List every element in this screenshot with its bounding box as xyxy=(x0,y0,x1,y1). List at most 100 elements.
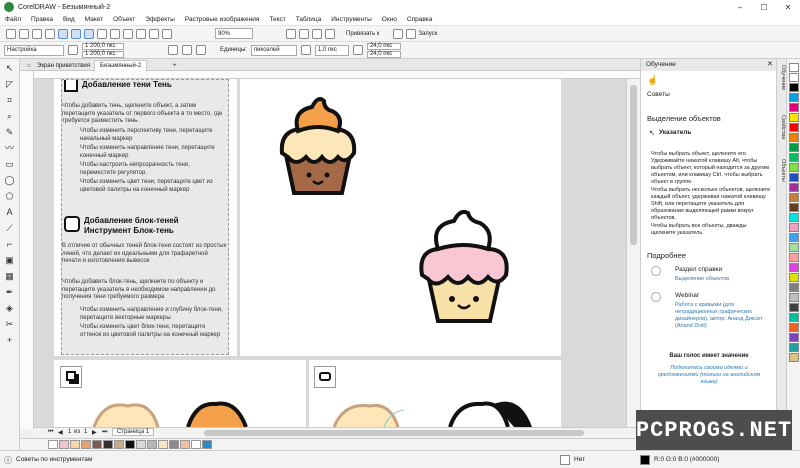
fill-indicator-icon[interactable] xyxy=(560,455,570,465)
side-tab-objects[interactable]: Объекты xyxy=(778,159,786,182)
swatch[interactable] xyxy=(103,440,113,449)
cupcake-orange-illustration[interactable] xyxy=(276,93,360,197)
horizontal-scroll-thumb[interactable] xyxy=(204,430,584,436)
menu-effects[interactable]: Эффекты xyxy=(140,16,180,23)
tab-add-button[interactable]: + xyxy=(168,60,182,71)
paste-icon[interactable] xyxy=(84,28,94,39)
gear-icon[interactable] xyxy=(392,28,403,39)
save-icon[interactable] xyxy=(32,28,42,39)
help-topic-link[interactable]: Выделение объектов xyxy=(675,276,729,282)
hint-icon[interactable]: ☝ xyxy=(647,75,658,86)
shape-tool-icon[interactable]: ◸ xyxy=(4,79,15,90)
swatch[interactable] xyxy=(147,440,157,449)
menu-bitmaps[interactable]: Растровые изображения xyxy=(180,16,265,23)
docker-close-icon[interactable]: ✕ xyxy=(767,60,773,68)
no-color-swatch[interactable] xyxy=(789,63,799,72)
launch-dropdown[interactable]: Запуск xyxy=(419,31,438,37)
text-tool-icon[interactable]: A xyxy=(4,207,15,218)
feedback-link[interactable]: Поделитесь своими идеями и предложениями… xyxy=(655,365,763,386)
swatch[interactable] xyxy=(789,293,799,302)
swatch[interactable] xyxy=(789,223,799,232)
last-page-button[interactable]: ⏭ xyxy=(102,429,107,436)
menu-object[interactable]: Объект xyxy=(108,16,140,23)
polygon-tool-icon[interactable]: ⬠ xyxy=(4,191,15,202)
swatch[interactable] xyxy=(125,440,135,449)
maximize-button[interactable]: ☐ xyxy=(752,0,776,14)
swatch[interactable] xyxy=(789,333,799,342)
vertical-scroll-thumb[interactable] xyxy=(630,85,637,245)
zoom-tool-icon[interactable]: ⌕ xyxy=(4,111,15,122)
swatch[interactable] xyxy=(789,263,799,272)
swatch[interactable] xyxy=(789,353,799,362)
swatch[interactable] xyxy=(789,163,799,172)
export-icon[interactable] xyxy=(149,28,159,39)
menu-view[interactable]: Вид xyxy=(58,16,80,23)
swatch[interactable] xyxy=(789,213,799,222)
swatch[interactable] xyxy=(59,440,69,449)
page-width-input[interactable]: 1 200,0 пкс xyxy=(82,42,124,50)
swatch[interactable] xyxy=(81,440,91,449)
duplicate-y-input[interactable]: 24,0 пкс xyxy=(366,50,401,58)
menu-window[interactable]: Окно xyxy=(377,16,402,23)
portrait-icon[interactable] xyxy=(68,45,78,55)
swatch[interactable] xyxy=(789,273,799,282)
first-page-button[interactable]: ⏮ xyxy=(48,429,53,436)
swatch[interactable] xyxy=(789,233,799,242)
swatch[interactable] xyxy=(158,440,168,449)
side-tab-learning[interactable]: Обучение xyxy=(778,65,786,90)
outline-indicator-icon[interactable] xyxy=(640,455,650,465)
menu-layout[interactable]: Макет xyxy=(80,16,108,23)
webinar-link[interactable]: Работа с кривыми (для нетрадиционных гра… xyxy=(675,302,771,330)
swatch[interactable] xyxy=(789,73,799,82)
new-icon[interactable] xyxy=(6,28,16,39)
swatch[interactable] xyxy=(789,123,799,132)
swatch[interactable] xyxy=(789,133,799,142)
swatch[interactable] xyxy=(789,103,799,112)
horizontal-ruler[interactable] xyxy=(34,71,640,79)
open-icon[interactable] xyxy=(19,28,29,39)
menu-edit[interactable]: Правка xyxy=(26,16,58,23)
rectangle-tool-icon[interactable]: ▭ xyxy=(4,159,15,170)
pick-tool-icon[interactable]: ↖ xyxy=(4,63,15,74)
guides-icon[interactable] xyxy=(325,28,335,39)
crop-tool-icon[interactable]: ⌗ xyxy=(4,95,15,106)
swatch[interactable] xyxy=(789,113,799,122)
interactive-fill-icon[interactable]: ◈ xyxy=(4,303,15,314)
zoom-select[interactable]: 90% xyxy=(215,28,253,39)
swatch[interactable] xyxy=(789,83,799,92)
publish-pdf-icon[interactable] xyxy=(162,28,172,39)
rulers-icon[interactable] xyxy=(299,28,309,39)
artistic-media-icon[interactable]: 〰 xyxy=(4,143,15,154)
vertical-ruler[interactable] xyxy=(20,71,34,429)
help-topic-title[interactable]: Раздел справки xyxy=(675,266,722,273)
swatch[interactable] xyxy=(789,193,799,202)
ellipse-tool-icon[interactable]: ◯ xyxy=(4,175,15,186)
current-page-icon[interactable] xyxy=(196,45,206,55)
drop-shadow-tool-icon[interactable]: ▣ xyxy=(4,255,15,266)
next-page-button[interactable]: ▶ xyxy=(92,429,97,436)
minimize-button[interactable]: – xyxy=(728,0,752,14)
swatch[interactable] xyxy=(789,323,799,332)
swatch[interactable] xyxy=(48,440,58,449)
redo-icon[interactable] xyxy=(110,28,120,39)
nudge-icon[interactable] xyxy=(300,45,311,55)
add-tool-icon[interactable]: + xyxy=(4,335,15,346)
swatch[interactable] xyxy=(789,243,799,252)
grid-icon[interactable] xyxy=(312,28,322,39)
undo-icon[interactable] xyxy=(97,28,107,39)
swatch[interactable] xyxy=(789,143,799,152)
fullscreen-icon[interactable] xyxy=(286,28,296,39)
swatch[interactable] xyxy=(789,203,799,212)
tab-document[interactable]: Безымянный-2 xyxy=(94,60,148,71)
duplicate-distance-icon[interactable] xyxy=(352,45,363,55)
horizontal-scrollbar[interactable]: ⏮ ◀ 1 из 1 ▶ ⏭ Страница 1 xyxy=(34,427,640,438)
menu-file[interactable]: Файл xyxy=(0,16,26,23)
swatch[interactable] xyxy=(202,440,212,449)
prev-page-button[interactable]: ◀ xyxy=(58,429,63,436)
snap-to-dropdown[interactable]: Привязать к xyxy=(346,31,380,37)
cut-icon[interactable] xyxy=(58,28,68,39)
menu-table[interactable]: Таблица xyxy=(291,16,327,23)
freehand-tool-icon[interactable]: ✎ xyxy=(4,127,15,138)
webinar-title[interactable]: Webinar xyxy=(675,292,699,299)
tutorial-text-box[interactable]: Добавление тени Тень Чтобы добавить тень… xyxy=(61,79,229,355)
